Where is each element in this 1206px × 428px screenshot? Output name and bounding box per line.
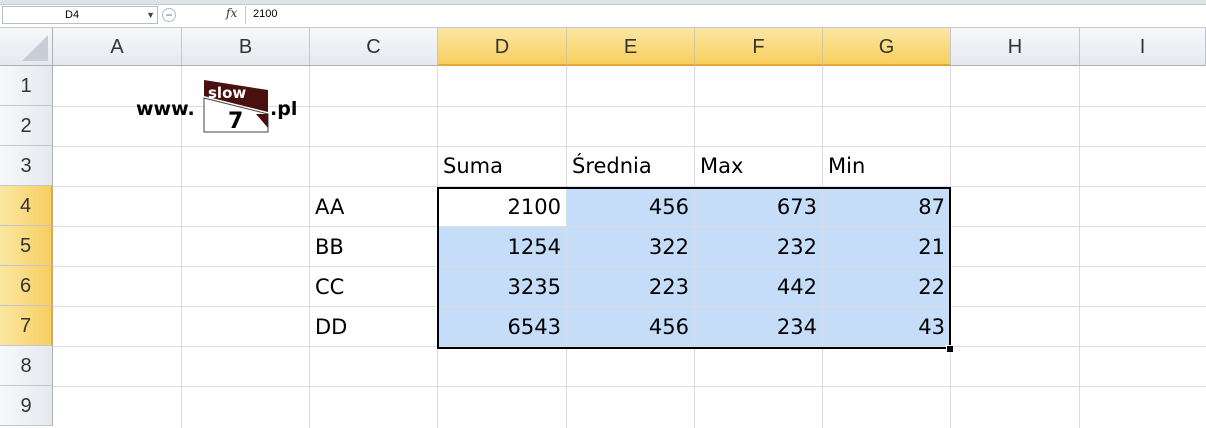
cell-c4[interactable]: AA: [310, 187, 437, 227]
chevron-down-icon[interactable]: ▼: [146, 10, 155, 20]
column-header-g[interactable]: G: [823, 28, 951, 66]
row-header-5[interactable]: 5: [0, 226, 53, 266]
cell-e3[interactable]: Średnia: [567, 146, 694, 186]
slow7-logo: www. slow 7 .pl: [136, 76, 306, 134]
row-header-4[interactable]: 4: [0, 186, 53, 226]
column-header-f[interactable]: F: [695, 28, 823, 66]
selection-border: [437, 187, 951, 349]
select-all-button[interactable]: [0, 28, 53, 66]
row-header-7[interactable]: 7: [0, 306, 53, 346]
column-header-d[interactable]: D: [438, 28, 567, 66]
name-box-value: D4: [65, 9, 80, 21]
cell-c6[interactable]: CC: [310, 267, 437, 307]
row-header-8[interactable]: 8: [0, 346, 53, 386]
row-header-2[interactable]: 2: [0, 106, 53, 146]
row-header-9[interactable]: 9: [0, 386, 53, 426]
column-header-e[interactable]: E: [567, 28, 695, 66]
cell-c5[interactable]: BB: [310, 227, 437, 267]
insert-function-button[interactable]: fx: [226, 6, 237, 20]
formula-bar-resize-icon: [162, 8, 176, 22]
gridline: [53, 386, 1206, 387]
column-header-i[interactable]: I: [1080, 28, 1206, 66]
column-header-c[interactable]: C: [310, 28, 438, 66]
fill-handle[interactable]: [946, 345, 954, 353]
logo-mark-icon: slow 7: [203, 80, 269, 134]
name-box[interactable]: D4 ▼: [2, 6, 158, 24]
cell-f3[interactable]: Max: [695, 146, 822, 186]
row-header-3[interactable]: 3: [0, 146, 53, 186]
formula-bar: D4 ▼ fx 2100: [0, 5, 1206, 28]
row-header-6[interactable]: 6: [0, 266, 53, 306]
formula-divider: [245, 6, 246, 24]
column-header-a[interactable]: A: [53, 28, 182, 66]
gridline: [1079, 66, 1080, 428]
logo-suffix: .pl: [270, 98, 298, 120]
column-header-h[interactable]: H: [951, 28, 1080, 66]
cell-c7[interactable]: DD: [310, 307, 437, 347]
logo-prefix: www.: [136, 98, 195, 120]
formula-input[interactable]: 2100: [253, 8, 277, 20]
row-header-1[interactable]: 1: [0, 66, 53, 106]
cell-d3[interactable]: Suma: [438, 146, 566, 186]
logo-top-word: slow: [208, 84, 246, 102]
cell-g3[interactable]: Min: [823, 146, 950, 186]
logo-number: 7: [228, 109, 243, 134]
column-header-b[interactable]: B: [182, 28, 310, 66]
